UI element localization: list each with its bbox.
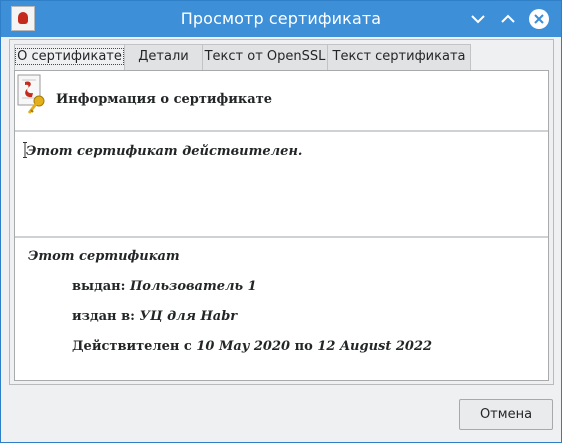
tab-about-label: О сертификате: [15, 48, 124, 65]
certificate-viewer-window: Просмотр сертификата О сертификате Детал…: [0, 0, 562, 443]
issued-to-label: выдан:: [72, 279, 126, 294]
tab-details[interactable]: Детали: [124, 44, 203, 70]
chevron-down-icon[interactable]: [467, 8, 489, 30]
tab-openssl-text[interactable]: Текст от OpenSSL: [202, 44, 328, 70]
issued-to-value: Пользователь 1: [130, 279, 257, 294]
issued-by-row: издан в: УЦ для Habr: [72, 309, 237, 324]
cancel-button[interactable]: Отмена: [459, 399, 553, 430]
close-icon[interactable]: [528, 8, 550, 30]
validity-period-row: Действителен с 10 May 2020 по 12 August …: [72, 339, 432, 354]
certificate-info-heading: Информация о сертификате: [56, 92, 273, 107]
tab-bar: О сертификате Детали Текст от OpenSSL Те…: [14, 44, 471, 70]
certificate-info-content: Информация о сертификате Этот сертификат…: [14, 70, 549, 381]
tab-panel: О сертификате Детали Текст от OpenSSL Те…: [9, 39, 554, 385]
valid-label: Действителен с: [72, 339, 192, 354]
certificate-key-icon: [17, 74, 45, 114]
validity-status: Этот сертификат действителен.: [26, 144, 303, 159]
valid-from-date: 10 May 2020: [196, 339, 291, 354]
chevron-up-icon[interactable]: [497, 8, 519, 30]
divider: [15, 236, 548, 238]
details-intro: Этот сертификат: [28, 249, 180, 264]
issued-by-value: УЦ для Habr: [139, 309, 238, 324]
issued-by-label: издан в:: [72, 309, 135, 324]
tab-certificate-text[interactable]: Текст сертификата: [327, 44, 471, 70]
tab-about[interactable]: О сертификате: [14, 44, 125, 70]
valid-to-date: 12 August 2022: [317, 339, 433, 354]
divider: [15, 130, 548, 132]
title-bar[interactable]: Просмотр сертификата: [1, 1, 561, 37]
issued-to-row: выдан: Пользователь 1: [72, 279, 257, 294]
valid-mid-label: по: [294, 339, 313, 354]
